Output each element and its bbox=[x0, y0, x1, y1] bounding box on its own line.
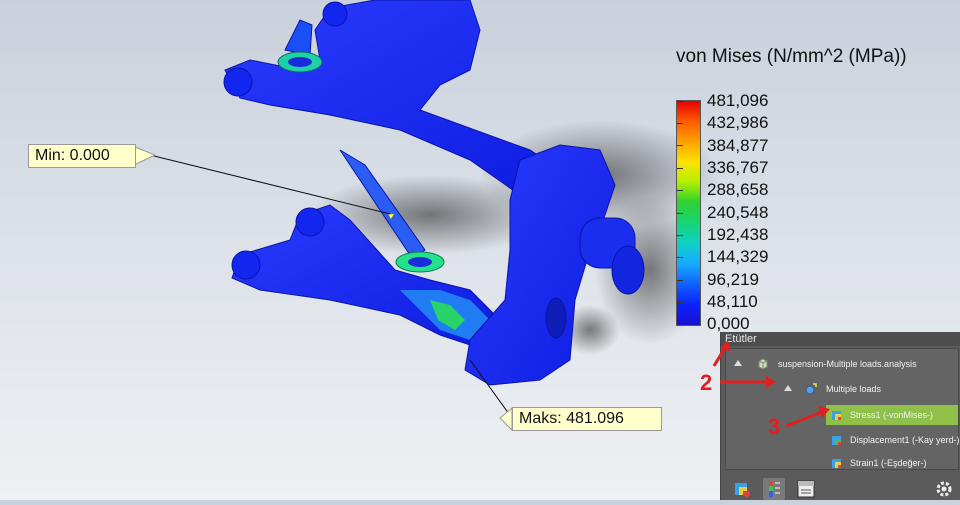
annotation-label-2: 2 bbox=[700, 370, 713, 395]
annotation-label-3: 3 bbox=[768, 414, 781, 439]
annotation-overlay bbox=[712, 340, 830, 428]
annotation-arrow bbox=[785, 410, 823, 428]
